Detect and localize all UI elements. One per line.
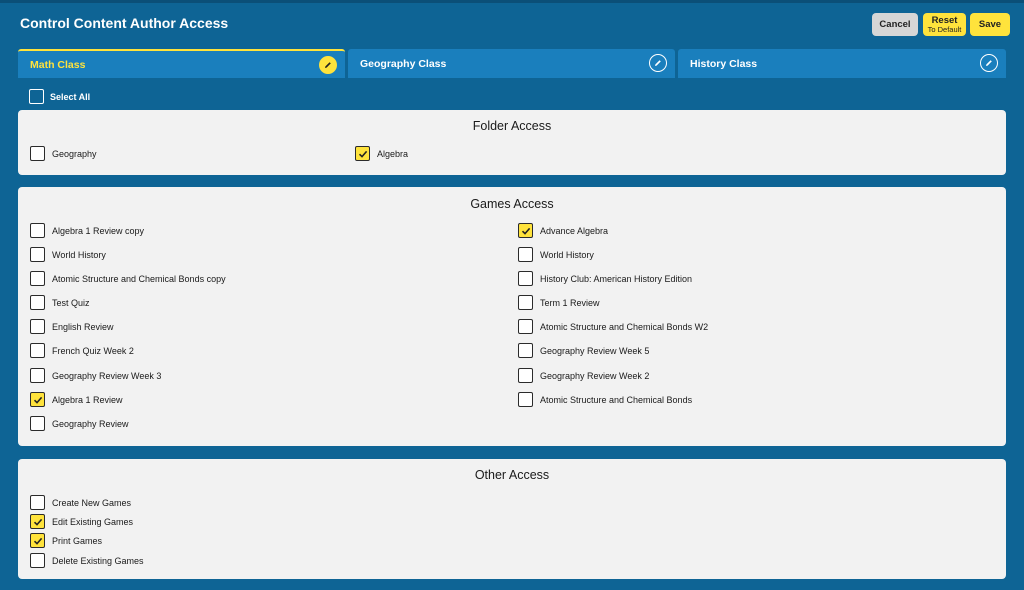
game-item[interactable]: Atomic Structure and Chemical Bonds (518, 392, 692, 407)
checkbox[interactable] (30, 343, 45, 358)
page-title: Control Content Author Access (20, 15, 229, 31)
tab-label: Math Class (30, 58, 86, 71)
checkbox[interactable] (518, 343, 533, 358)
checkbox[interactable] (30, 146, 45, 161)
tab-label: Geography Class (360, 57, 447, 70)
game-item[interactable]: Advance Algebra (518, 223, 608, 238)
item-label: Atomic Structure and Chemical Bonds copy (52, 273, 226, 284)
pencil-icon[interactable] (980, 54, 998, 72)
top-strip (0, 0, 1024, 3)
game-item[interactable]: World History (30, 247, 106, 262)
game-item[interactable]: History Club: American History Edition (518, 271, 692, 286)
item-label: Geography Review Week 2 (540, 370, 650, 381)
checkbox[interactable] (30, 368, 45, 383)
game-item[interactable]: Geography Review Week 2 (518, 368, 649, 383)
reset-to-default-button[interactable]: Reset To Default (923, 13, 966, 36)
item-label: Test Quiz (52, 297, 90, 308)
checkbox[interactable] (518, 223, 533, 238)
item-label: Atomic Structure and Chemical Bonds W2 (540, 321, 709, 332)
checkbox[interactable] (518, 368, 533, 383)
other-access-panel: Other Access Create New Games Edit Exist… (18, 459, 1006, 579)
item-label: Geography Review (52, 418, 129, 429)
select-all[interactable]: Select All (29, 89, 90, 104)
checkbox[interactable] (30, 495, 45, 510)
save-button[interactable]: Save (970, 13, 1010, 36)
item-label: Algebra (377, 148, 409, 159)
pencil-icon[interactable] (319, 56, 337, 74)
checkbox[interactable] (30, 514, 45, 529)
checkbox[interactable] (30, 392, 45, 407)
checkbox[interactable] (30, 247, 45, 262)
cancel-button[interactable]: Cancel (872, 13, 918, 36)
other-access-title: Other Access (474, 468, 550, 482)
tab-label: History Class (690, 57, 758, 70)
item-label: Edit Existing Games (52, 516, 134, 527)
item-label: Print Games (52, 535, 103, 546)
checkbox[interactable] (518, 319, 533, 334)
other-item-delete-existing-games[interactable]: Delete Existing Games (30, 553, 144, 568)
other-item-edit-existing-games[interactable]: Edit Existing Games (30, 514, 133, 529)
item-label: Create New Games (52, 497, 132, 508)
select-all-checkbox[interactable] (29, 89, 44, 104)
game-item[interactable]: Algebra 1 Review copy (30, 223, 144, 238)
item-label: World History (52, 249, 106, 260)
tab-history-class[interactable]: History Class (678, 49, 1006, 78)
games-access-title: Games Access (470, 197, 554, 211)
game-item[interactable]: Test Quiz (30, 295, 90, 310)
game-item[interactable]: World History (518, 247, 594, 262)
checkbox[interactable] (355, 146, 370, 161)
item-label: Delete Existing Games (52, 555, 144, 566)
checkbox[interactable] (518, 392, 533, 407)
pencil-icon[interactable] (649, 54, 667, 72)
folder-item-algebra[interactable]: Algebra (355, 146, 408, 161)
checkbox[interactable] (30, 295, 45, 310)
reset-sublabel: To Default (927, 24, 962, 34)
game-item[interactable]: Geography Review (30, 416, 129, 431)
other-item-print-games[interactable]: Print Games (30, 533, 102, 548)
folder-access-title: Folder Access (472, 119, 552, 133)
other-item-create-new-games[interactable]: Create New Games (30, 495, 131, 510)
game-item[interactable]: English Review (30, 319, 114, 334)
checkbox[interactable] (30, 223, 45, 238)
tab-geography-class[interactable]: Geography Class (348, 49, 675, 78)
checkbox[interactable] (30, 271, 45, 286)
game-item[interactable]: Term 1 Review (518, 295, 600, 310)
item-label: Geography (52, 148, 97, 159)
item-label: English Review (52, 321, 114, 332)
game-item[interactable]: Geography Review Week 3 (30, 368, 161, 383)
game-item[interactable]: Atomic Structure and Chemical Bonds W2 (518, 319, 708, 334)
games-access-panel: Games Access Algebra 1 Review copy World… (18, 187, 1006, 446)
item-label: Geography Review Week 3 (52, 370, 162, 381)
checkbox[interactable] (30, 319, 45, 334)
item-label: French Quiz Week 2 (52, 345, 134, 356)
select-all-label: Select All (50, 91, 91, 102)
item-label: Geography Review Week 5 (540, 345, 650, 356)
item-label: History Club: American History Edition (540, 273, 693, 284)
checkbox[interactable] (30, 553, 45, 568)
item-label: Advance Algebra (540, 225, 609, 236)
checkbox[interactable] (518, 295, 533, 310)
item-label: Term 1 Review (540, 297, 600, 308)
folder-access-panel: Folder Access Geography Algebra (18, 110, 1006, 175)
game-item[interactable]: Atomic Structure and Chemical Bonds copy (30, 271, 226, 286)
item-label: Algebra 1 Review copy (52, 225, 145, 236)
game-item[interactable]: Algebra 1 Review (30, 392, 123, 407)
checkbox[interactable] (518, 247, 533, 262)
folder-item-geography[interactable]: Geography (30, 146, 97, 161)
item-label: Atomic Structure and Chemical Bonds (540, 394, 693, 405)
checkbox[interactable] (30, 416, 45, 431)
item-label: World History (540, 249, 594, 260)
game-item[interactable]: Geography Review Week 5 (518, 343, 649, 358)
item-label: Algebra 1 Review (52, 394, 123, 405)
checkbox[interactable] (518, 271, 533, 286)
game-item[interactable]: French Quiz Week 2 (30, 343, 134, 358)
checkbox[interactable] (30, 533, 45, 548)
tab-math-class[interactable]: Math Class (18, 49, 345, 78)
